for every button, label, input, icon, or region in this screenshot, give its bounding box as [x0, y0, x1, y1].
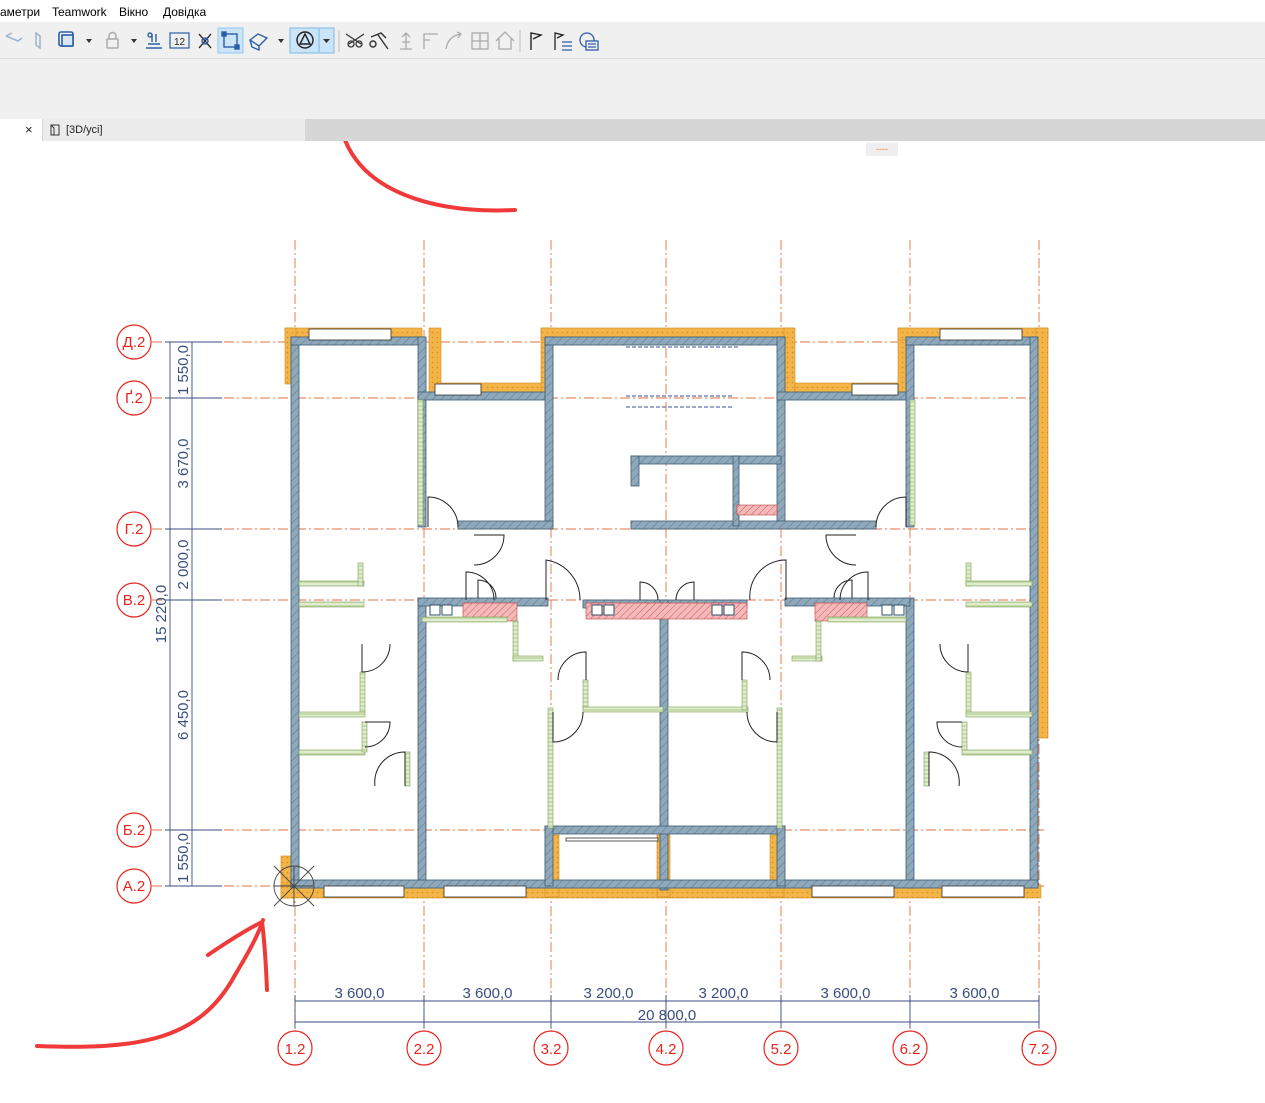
axis-bubble-col[interactable]: 3.2	[533, 1030, 569, 1066]
tab-bar: × [3D/усі]	[0, 119, 1265, 141]
floor-plan-canvas[interactable]: 1 550,0 3 670,0 2 000,0 6 450,0 1 550,0 15 22…	[0, 141, 1265, 1103]
axis-label: Г.2	[125, 521, 144, 538]
toolbar: 12	[0, 22, 1265, 59]
arc-icon[interactable]	[445, 31, 462, 50]
flag-icon[interactable]	[530, 32, 544, 50]
menu-parameters[interactable]: аметри	[0, 5, 40, 19]
axis-label: А.2	[123, 878, 146, 895]
dimension-text: 3 670,0	[175, 438, 192, 488]
menu-bar: аметри Teamwork Вікно Довідка	[0, 0, 1265, 22]
trim-icon[interactable]	[198, 33, 212, 49]
axis-bubble-col[interactable]: 2.2	[406, 1030, 442, 1066]
axis-bubble-col[interactable]: 6.2	[892, 1030, 928, 1066]
info-box-panel	[0, 59, 1265, 119]
dimension-text: 1 550,0	[175, 833, 192, 883]
dimension-texts: 1 550,0 3 670,0 2 000,0 6 450,0 1 550,0 15 22…	[153, 345, 1000, 1024]
dimension-total-text: 15 220,0	[153, 585, 170, 643]
axis-label: 6.2	[900, 1041, 921, 1058]
axis-label: 2.2	[414, 1041, 435, 1058]
tab-floor-plan[interactable]: ×	[0, 119, 42, 141]
lock-icon[interactable]	[106, 31, 119, 49]
dimension-text: 3 600,0	[462, 985, 512, 1002]
view-layer-icon[interactable]	[58, 31, 74, 47]
axis-bubble-col[interactable]: 4.2	[648, 1030, 684, 1066]
axis-bubble-row[interactable]: Б.2	[116, 812, 152, 848]
chevron-down-icon[interactable]	[278, 39, 284, 43]
numbering-icon[interactable]: 12	[169, 32, 190, 49]
axis-bubble-col[interactable]: 7.2	[1021, 1030, 1057, 1066]
axis-label: 4.2	[656, 1041, 677, 1058]
dimension-text: 6 450,0	[175, 690, 192, 740]
axis-bubble-row[interactable]: Д.2	[116, 324, 152, 360]
dimension-text: 3 200,0	[698, 985, 748, 1002]
axis-bubble-row[interactable]: В.2	[116, 582, 152, 618]
grid-edit-icon[interactable]	[471, 32, 489, 50]
dimension-total-text: 20 800,0	[638, 1007, 696, 1024]
axis-bubble-row[interactable]: Ґ.2	[116, 380, 152, 416]
3d-cube-icon[interactable]	[248, 33, 269, 52]
svg-text:12: 12	[174, 37, 186, 48]
annotation-arrow-origin	[35, 918, 269, 1049]
menu-help[interactable]: Довідка	[163, 5, 206, 19]
corner-icon[interactable]	[423, 33, 438, 49]
project-origin-icon[interactable]	[273, 865, 315, 907]
wall-tool-icon[interactable]	[5, 32, 23, 42]
axis-label: Д.2	[123, 334, 146, 351]
axis-label: 7.2	[1029, 1041, 1050, 1058]
axis-label: 1.2	[285, 1041, 306, 1058]
chevron-down-icon[interactable]	[131, 39, 137, 43]
scissors-icon[interactable]	[345, 33, 365, 48]
chevron-down-icon[interactable]	[86, 39, 92, 43]
dimension-text: 3 600,0	[949, 985, 999, 1002]
dimension-text: 2 000,0	[175, 539, 192, 589]
axis-bubble-col[interactable]: 5.2	[763, 1030, 799, 1066]
axis-label: В.2	[123, 592, 146, 609]
house-icon[interactable]	[495, 31, 515, 50]
close-icon[interactable]: ×	[25, 122, 33, 137]
axis-bubble-col[interactable]: 1.2	[277, 1030, 313, 1066]
arrow-up-icon[interactable]	[400, 32, 412, 50]
magnifier-layers-icon[interactable]	[579, 32, 599, 51]
axis-bubble-row[interactable]: Г.2	[116, 511, 152, 547]
column-tool-icon[interactable]	[35, 31, 41, 50]
axis-label: 3.2	[541, 1041, 562, 1058]
menu-window[interactable]: Вікно	[119, 5, 148, 19]
axis-label: 5.2	[771, 1041, 792, 1058]
dimension-text: 3 200,0	[583, 985, 633, 1002]
dimension-text: 3 600,0	[820, 985, 870, 1002]
hammer-icon[interactable]	[369, 32, 389, 50]
menu-teamwork[interactable]: Teamwork	[52, 5, 107, 19]
dimension-text: 1 550,0	[175, 345, 192, 395]
axis-bubble-row[interactable]: А.2	[116, 868, 152, 904]
3d-window-icon	[50, 124, 60, 136]
axis-label: Б.2	[123, 822, 145, 839]
flag-list-icon[interactable]	[554, 32, 572, 51]
axis-label: Ґ.2	[125, 390, 143, 407]
adjust-elevation-icon[interactable]	[146, 32, 162, 49]
dimension-text: 3 600,0	[334, 985, 384, 1002]
annotation-arrow-toolbar	[343, 141, 517, 213]
tab-3d-label: [3D/усі]	[66, 124, 103, 136]
tab-3d[interactable]: [3D/усі]	[43, 119, 305, 141]
